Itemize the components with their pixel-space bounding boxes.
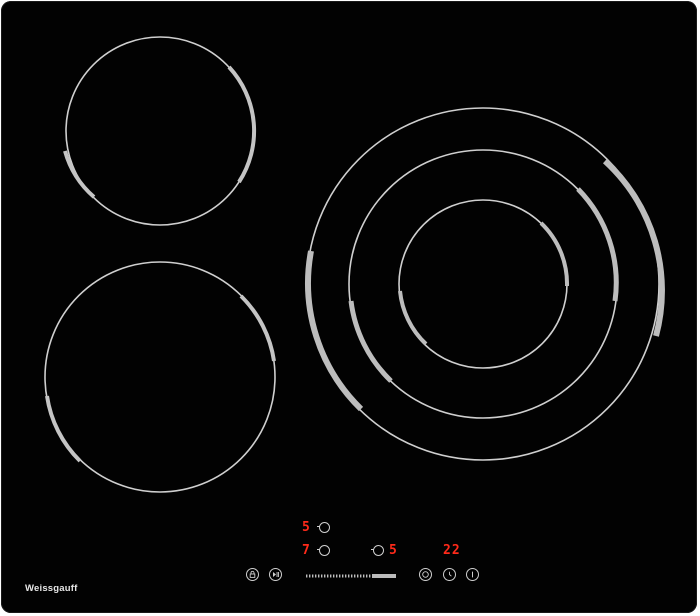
zone-rear-left-marker [227,65,257,184]
power-slider-ticks [306,574,371,578]
zone-front-left-ring [44,261,276,493]
power-slider-tick [339,574,341,578]
clock-icon[interactable] [443,568,456,581]
power-slider-tick [351,574,353,578]
power-slider-tick [330,574,332,578]
lock-icon[interactable] [246,568,259,581]
lock-icon-glyph [249,570,256,578]
zone-rear-left-select-button[interactable] [317,522,330,533]
power-slider-tick [327,574,329,578]
power-slider-tick [369,574,371,578]
zone-rear-left[interactable] [63,36,257,226]
power-slider-tick [363,574,365,578]
power-slider-tick [321,574,323,578]
zone-front-left-power-display: 7 [302,543,311,558]
power-slider-tick [324,574,326,578]
zone-right-select-button[interactable] [371,545,384,556]
zone-right-outer-marker-2 [305,250,364,412]
clock-icon-glyph [449,571,452,577]
power-slider-tick [342,574,344,578]
power-icon[interactable] [466,568,479,581]
zone-right-middle-marker [576,187,619,302]
power-slider-tick [357,574,359,578]
power-slider-tick [315,574,317,578]
zone-right-inner-marker [539,221,570,287]
power-slider-tick [306,574,308,578]
zone-rear-left-power-display: 5 [302,520,311,535]
zone-front-left-marker-2 [45,395,82,463]
power-icon-glyph [472,571,473,578]
power-slider-tick [318,574,320,578]
power-slider-tick [309,574,311,578]
timer-display: 22 [443,543,461,558]
zone-front-left[interactable] [44,261,276,493]
power-slider-tick [312,574,314,578]
power-slider[interactable] [306,573,398,579]
zone-right-middle-marker-2 [348,300,393,383]
play-pause-icon-glyph [273,572,279,577]
zone-right-power-display: 5 [389,543,398,558]
power-slider-tick [345,574,347,578]
power-slider-tick [348,574,350,578]
zone-right-triple[interactable] [305,107,665,461]
power-slider-tick [354,574,356,578]
zone-front-left-select-button[interactable] [317,545,330,556]
power-slider-tick [333,574,335,578]
boost-icon-glyph [422,571,429,578]
cooktop-surface: 5 7 5 22 Weissgauff [1,1,697,613]
zone-rear-left-ring [65,36,255,226]
boost-icon[interactable] [419,568,432,581]
zone-right-inner-marker-2 [398,290,428,346]
brand-logo: Weissgauff [25,583,78,594]
power-slider-fill [372,574,396,578]
play-pause-icon[interactable] [269,568,282,581]
power-slider-tick [366,574,368,578]
zone-front-left-marker [239,294,276,362]
power-slider-tick [360,574,362,578]
cooking-zones [44,36,665,493]
power-slider-tick [336,574,338,578]
